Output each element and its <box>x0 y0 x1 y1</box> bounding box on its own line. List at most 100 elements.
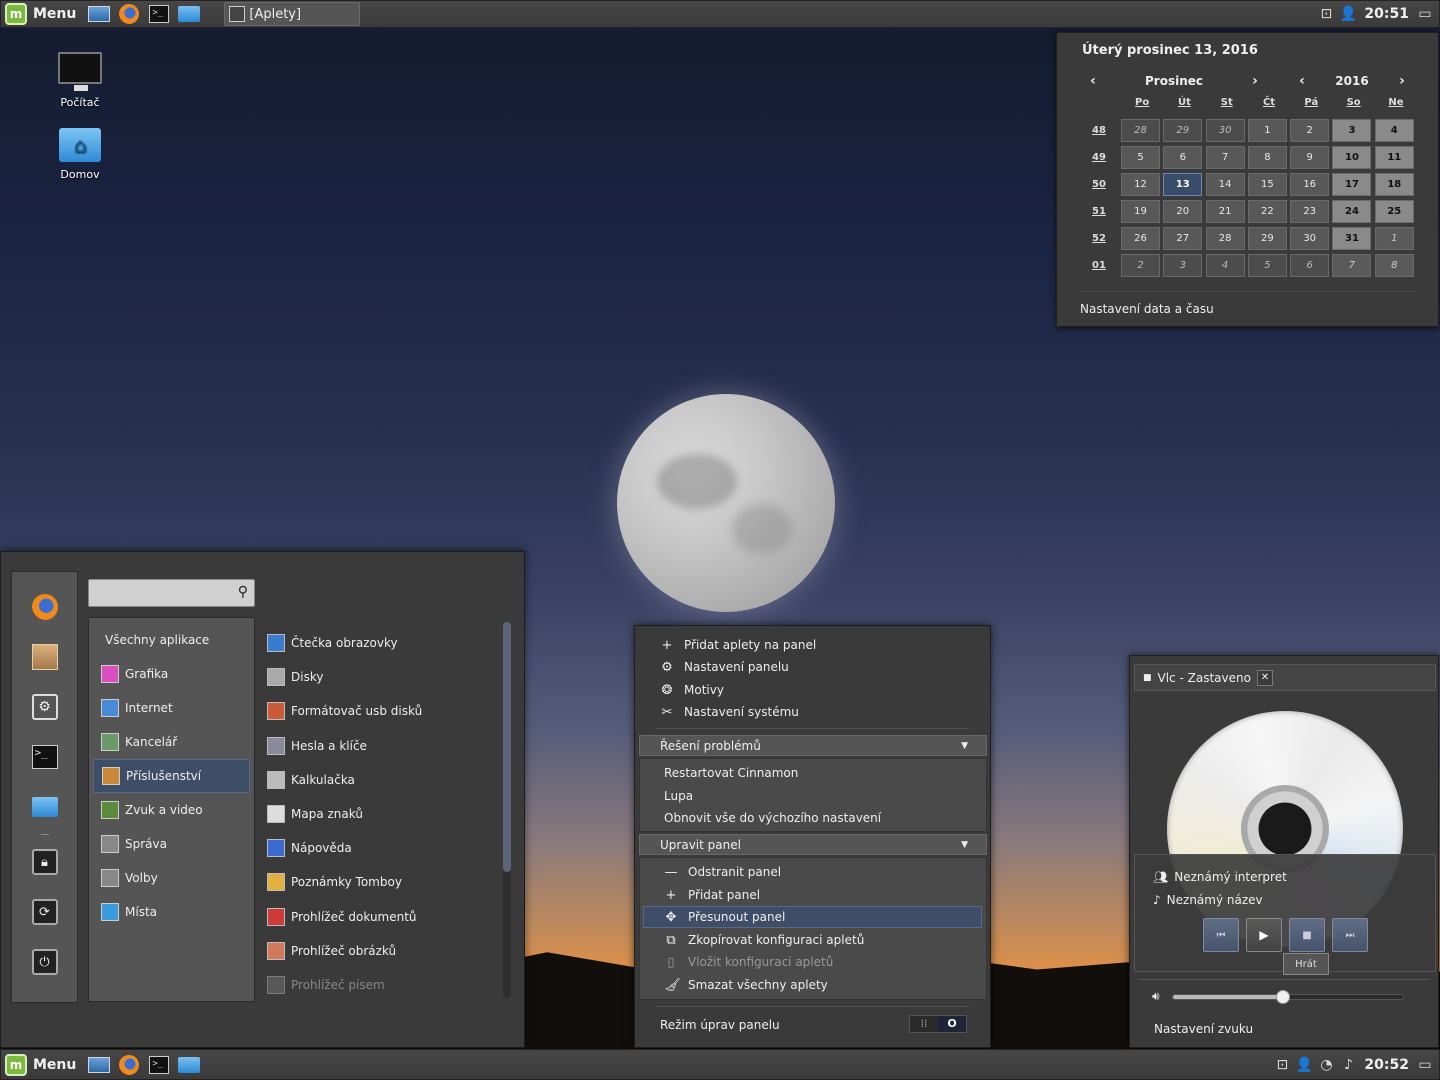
calendar-day[interactable]: 24 <box>1332 200 1372 223</box>
calendar-day[interactable]: 12 <box>1121 173 1160 196</box>
category-item[interactable]: Kancelář <box>89 725 254 759</box>
system-monitor-icon[interactable]: ⊡ <box>1318 6 1334 22</box>
wifi-icon[interactable]: ◔ <box>1318 1057 1334 1073</box>
clear-applets-item[interactable]: 🧹︎ Smazat všechny aplety <box>664 974 828 996</box>
clock[interactable]: 20:51 <box>1364 6 1409 22</box>
calendar-day[interactable]: 10 <box>1332 146 1372 169</box>
looking-glass-item[interactable]: Lupa <box>664 785 693 807</box>
speaker-icon[interactable]: 🔊︎ <box>1152 989 1160 1004</box>
category-item[interactable]: Správa <box>89 827 254 861</box>
app-item[interactable]: Mapa znaků <box>267 797 497 831</box>
themes-item[interactable]: ❂ Motivy <box>660 679 724 701</box>
user-icon[interactable]: 👤 <box>1296 1057 1313 1073</box>
app-item[interactable]: Kalkulačka <box>267 763 497 797</box>
desktop-icon-home[interactable]: ⌂ Domov <box>40 128 120 181</box>
category-all[interactable]: Všechny aplikace <box>89 623 254 657</box>
calendar-day[interactable]: 22 <box>1247 200 1287 223</box>
calendar-day[interactable]: 15 <box>1247 173 1287 196</box>
favorite-system-settings[interactable]: ⚙ <box>30 692 60 722</box>
system-settings-item[interactable]: ✂ Nastavení systému <box>660 701 799 723</box>
app-item[interactable]: Čtečka obrazovky <box>267 626 497 660</box>
category-item[interactable]: Grafika <box>89 657 254 691</box>
stop-button[interactable]: ■ <box>1289 918 1325 952</box>
category-item[interactable]: Volby <box>89 861 254 895</box>
clock[interactable]: 20:52 <box>1364 1057 1409 1073</box>
copy-applets-config-item[interactable]: ⧉ Zkopírovat konfiguraci apletů <box>664 929 864 951</box>
show-desktop-launcher[interactable] <box>87 3 111 25</box>
edit-panel-submenu[interactable]: Upravit panel ▼ <box>639 834 987 855</box>
calendar-day[interactable]: 16 <box>1290 173 1330 196</box>
calendar-day[interactable]: 23 <box>1290 200 1330 223</box>
volume-slider[interactable] <box>1171 989 1404 1004</box>
calendar-day[interactable]: 31 <box>1332 227 1372 250</box>
user-icon[interactable]: 👤 <box>1340 6 1357 22</box>
calendar-day[interactable]: 25 <box>1374 200 1414 223</box>
calendar-day[interactable]: 1 <box>1247 119 1287 142</box>
calendar-day[interactable]: 14 <box>1205 173 1245 196</box>
app-list-scrollbar[interactable] <box>503 622 511 998</box>
app-item[interactable]: Formátovač usb disků <box>267 694 497 728</box>
troubleshoot-submenu[interactable]: Řešení problémů ▼ <box>639 735 987 756</box>
calendar-day[interactable]: 3 <box>1163 254 1203 277</box>
calendar-day[interactable]: 29 <box>1247 227 1287 250</box>
calendar-day[interactable]: 30 <box>1290 227 1330 250</box>
calendar-day[interactable]: 17 <box>1332 173 1372 196</box>
calendar-day[interactable]: 18 <box>1374 173 1414 196</box>
next-month-icon[interactable]: › <box>1246 73 1264 89</box>
terminal-launcher[interactable]: >_ <box>147 3 171 25</box>
app-item[interactable]: Hesla a klíče <box>267 729 497 763</box>
calendar-day[interactable]: 29 <box>1163 119 1203 142</box>
reset-defaults-item[interactable]: Obnovit vše do výchozího nastavení <box>664 807 881 829</box>
calendar-day[interactable]: 6 <box>1163 146 1203 169</box>
volume-handle[interactable] <box>1275 989 1290 1004</box>
system-monitor-icon[interactable]: ⊡ <box>1274 1057 1290 1073</box>
shutdown-button[interactable]: ⏻ <box>30 947 60 977</box>
add-panel-item[interactable]: + Přidat panel <box>664 884 761 906</box>
files-launcher[interactable] <box>177 1054 201 1076</box>
calendar-day[interactable]: 7 <box>1205 146 1245 169</box>
firefox-launcher[interactable] <box>117 1054 141 1076</box>
close-player-icon[interactable]: ✕ <box>1256 669 1273 686</box>
workspace-icon[interactable]: ▭ <box>1417 6 1433 22</box>
category-item[interactable]: Zvuk a video <box>89 793 254 827</box>
calendar-day[interactable]: 4 <box>1374 119 1414 142</box>
calendar-day[interactable]: 8 <box>1374 254 1414 277</box>
calendar-day[interactable]: 8 <box>1247 146 1287 169</box>
menu-button[interactable]: m Menu <box>1 1 84 27</box>
firefox-launcher[interactable] <box>117 3 141 25</box>
calendar-day[interactable]: 5 <box>1247 254 1287 277</box>
next-button[interactable]: ⏭ <box>1332 918 1368 952</box>
calendar-day[interactable]: 20 <box>1163 200 1203 223</box>
prev-month-icon[interactable]: ‹ <box>1084 73 1102 89</box>
workspace-icon[interactable]: ▭ <box>1417 1057 1433 1073</box>
show-desktop-launcher[interactable] <box>87 1054 111 1076</box>
terminal-launcher[interactable]: >_ <box>147 1054 171 1076</box>
play-button[interactable]: ▶ <box>1246 918 1282 952</box>
date-time-settings-link[interactable]: Nastavení data a času <box>1080 302 1214 316</box>
calendar-day[interactable]: 9 <box>1290 146 1330 169</box>
calendar-day[interactable]: 11 <box>1374 146 1414 169</box>
move-panel-item[interactable]: ✥ Přesunout panel <box>643 906 982 928</box>
lock-screen-button[interactable]: 🔒︎ <box>30 847 60 877</box>
favorite-firefox[interactable] <box>30 592 60 622</box>
prev-year-icon[interactable]: ‹ <box>1293 73 1311 89</box>
app-search-input[interactable]: ⚲ <box>88 579 255 607</box>
calendar-day[interactable]: 21 <box>1205 200 1245 223</box>
category-item[interactable]: Místa <box>89 895 254 929</box>
sound-settings-link[interactable]: Nastavení zvuku <box>1154 1022 1253 1036</box>
app-item[interactable]: Prohlížeč písem <box>267 968 497 1002</box>
calendar-day[interactable]: 28 <box>1121 119 1160 142</box>
calendar-day[interactable]: 27 <box>1163 227 1203 250</box>
calendar-day[interactable]: 4 <box>1205 254 1245 277</box>
favorite-software-manager[interactable] <box>30 642 60 672</box>
favorite-terminal[interactable]: >_ <box>30 742 60 772</box>
calendar-day[interactable]: 6 <box>1290 254 1330 277</box>
calendar-day[interactable]: 1 <box>1374 227 1414 250</box>
calendar-day[interactable]: 26 <box>1121 227 1160 250</box>
files-launcher[interactable] <box>177 3 201 25</box>
logout-button[interactable]: ⟳ <box>30 897 60 927</box>
desktop-icon-computer[interactable]: Počítač <box>40 52 120 109</box>
calendar-day[interactable]: 13 <box>1163 173 1203 196</box>
previous-button[interactable]: ⏮ <box>1203 918 1239 952</box>
calendar-day[interactable]: 28 <box>1205 227 1245 250</box>
